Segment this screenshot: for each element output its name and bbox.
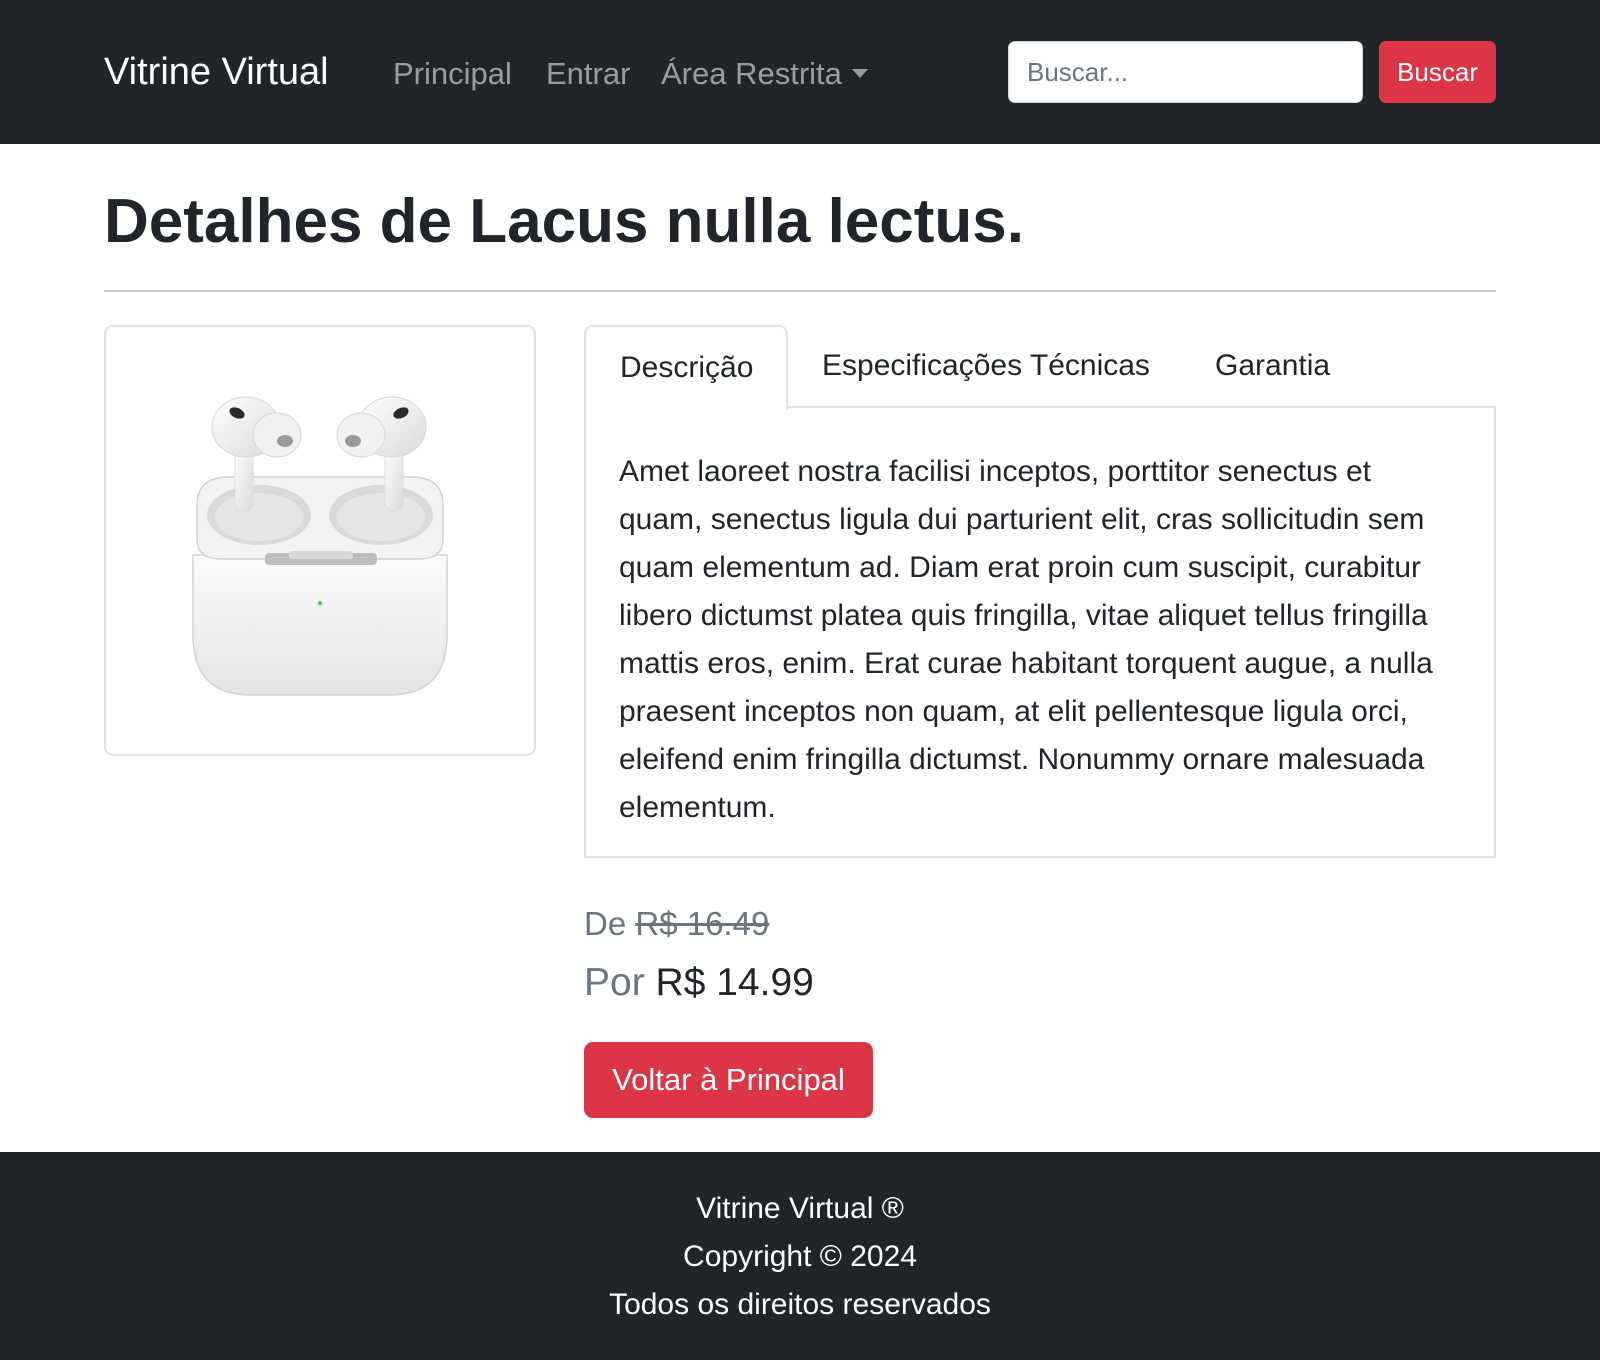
footer-copyright: Copyright © 2024	[683, 1240, 917, 1273]
footer: Vitrine Virtual ® Copyright © 2024 Todos…	[0, 1152, 1600, 1360]
page-title: Detalhes de Lacus nulla lectus.	[104, 184, 1024, 260]
tab-garantia[interactable]: Garantia	[1181, 325, 1364, 407]
nav-link-principal[interactable]: Principal	[393, 52, 512, 96]
caret-down-icon	[851, 69, 868, 78]
new-price-value: R$ 14.99	[655, 961, 814, 1004]
old-price: De R$ 16.49	[584, 900, 769, 948]
search-button[interactable]: Buscar	[1379, 41, 1496, 103]
page-title-prefix: Detalhes de	[104, 187, 470, 256]
tab-panel-descricao: Amet laoreet nostra facilisi inceptos, p…	[584, 406, 1496, 858]
search-input[interactable]	[1008, 41, 1363, 103]
product-image-card	[104, 325, 536, 756]
product-name: Lacus nulla lectus.	[469, 187, 1024, 256]
new-price-prefix: Por	[584, 961, 645, 1004]
old-price-prefix: De	[584, 905, 627, 942]
footer-brand: Vitrine Virtual ®	[696, 1192, 904, 1225]
top-navbar: Vitrine Virtual Principal Entrar Área Re…	[0, 0, 1600, 144]
nav-dropdown-area-restrita[interactable]: Área Restrita	[661, 52, 868, 96]
tab-especificacoes-tecnicas[interactable]: Especificações Técnicas	[788, 325, 1184, 407]
product-description: Amet laoreet nostra facilisi inceptos, p…	[619, 455, 1433, 824]
old-price-value: R$ 16.49	[635, 905, 770, 942]
tab-descricao[interactable]: Descrição	[584, 325, 788, 409]
earbuds-case-image	[192, 396, 448, 696]
title-divider	[104, 290, 1496, 292]
nav-link-entrar[interactable]: Entrar	[546, 52, 630, 96]
new-price: Por R$ 14.99	[584, 956, 814, 1010]
back-to-home-button[interactable]: Voltar à Principal	[584, 1042, 873, 1118]
brand-link[interactable]: Vitrine Virtual	[104, 48, 329, 96]
footer-rights: Todos os direitos reservados	[609, 1288, 991, 1321]
nav-dropdown-label: Área Restrita	[661, 56, 842, 91]
